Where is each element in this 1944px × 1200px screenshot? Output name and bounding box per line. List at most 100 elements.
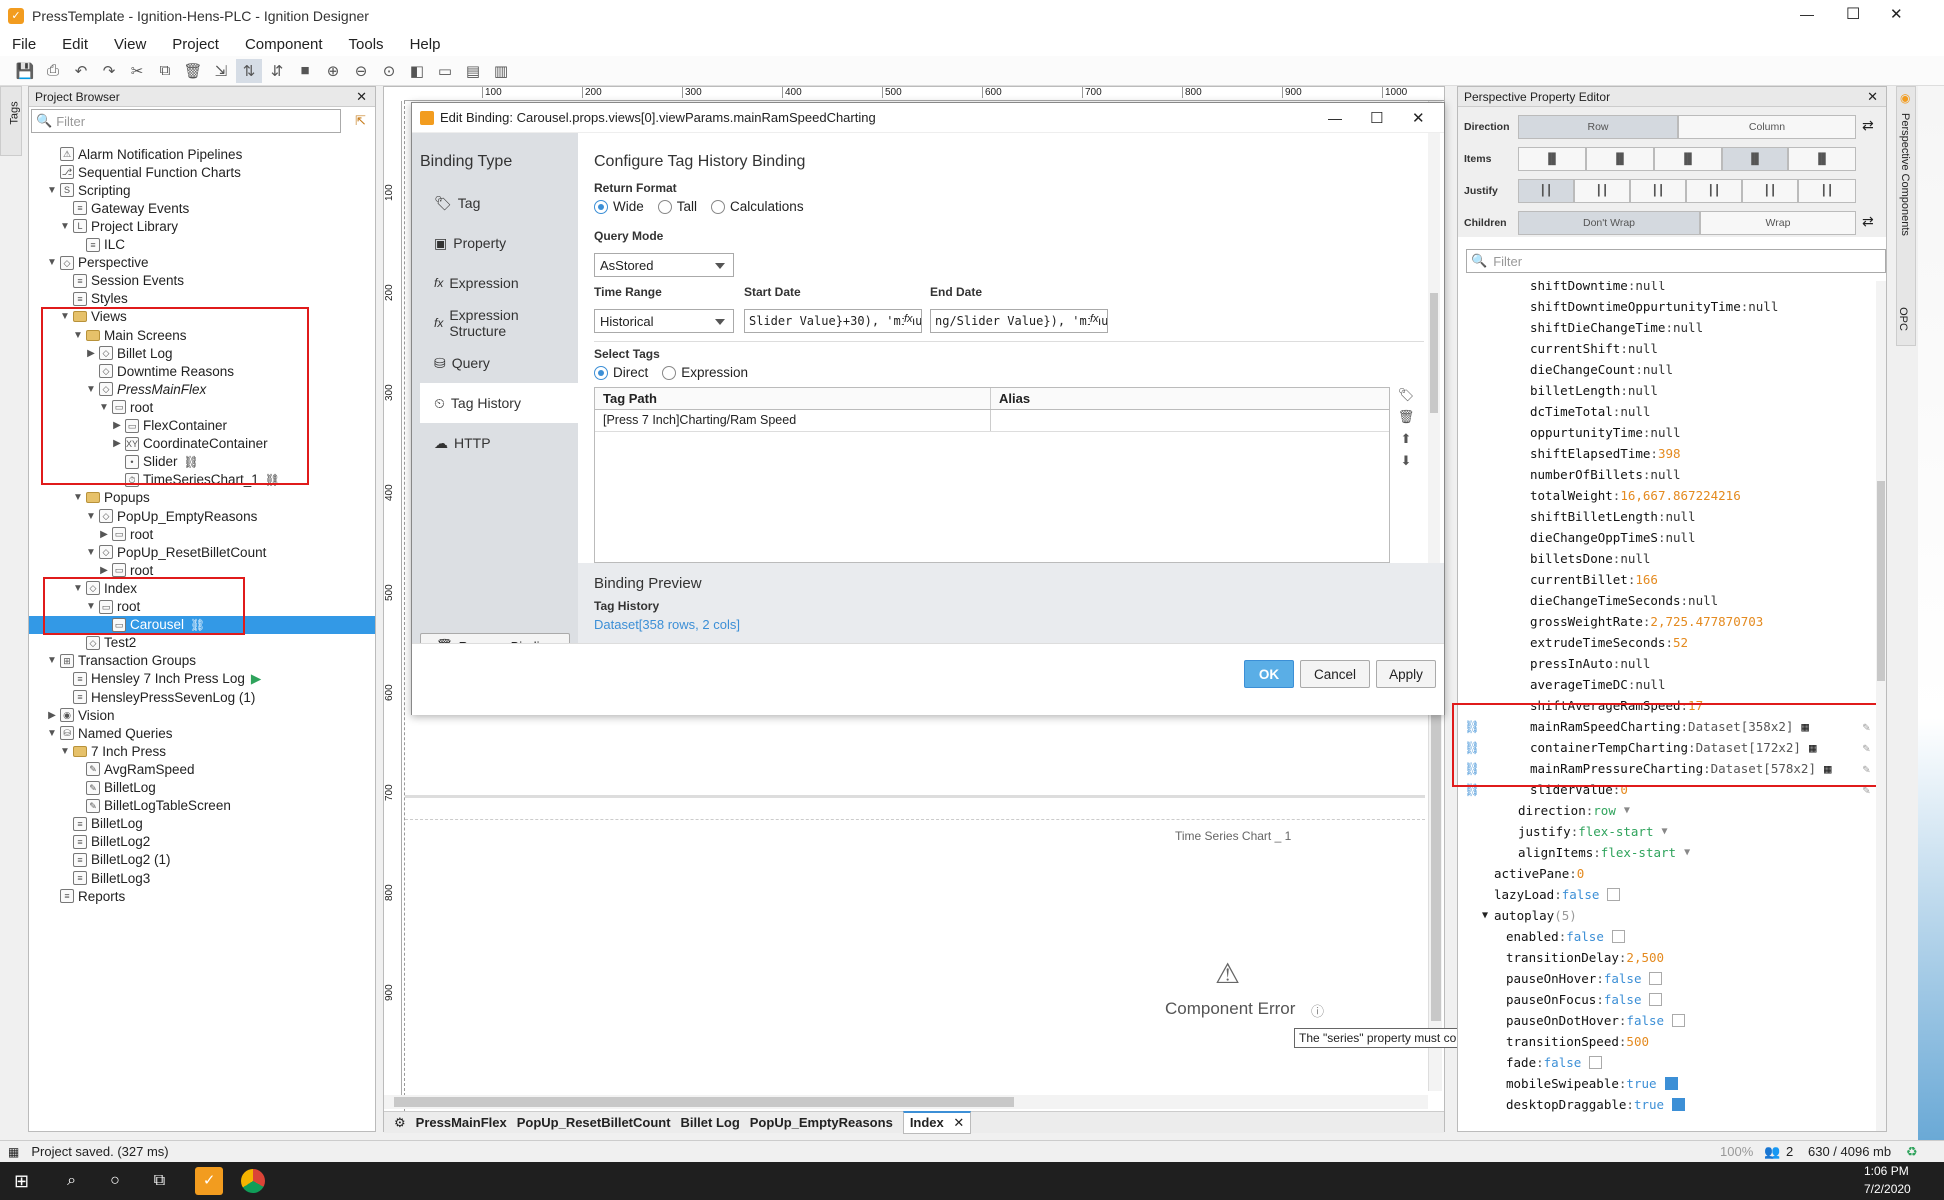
justify-start-button[interactable]: ┃┃ [1518,179,1574,203]
frame-icon[interactable]: ▭ [432,59,458,83]
property-row[interactable]: desktopDraggable : true [1458,1094,1876,1115]
property-value[interactable]: null [1748,299,1778,314]
distribute-icon[interactable]: ⇵ [264,59,290,83]
menu-tools[interactable]: Tools [349,36,384,53]
binding-type-expression[interactable]: fx Expression [420,263,578,303]
align-icon[interactable]: ⇅ [236,58,262,83]
property-value[interactable]: null [1620,551,1650,566]
property-row[interactable]: shiftDowntimeOppurtunityTime : null [1458,296,1876,317]
save-all-icon[interactable]: ⎙ [40,59,66,83]
dont-wrap-button[interactable]: Don't Wrap [1518,211,1700,235]
binding-type-expression-structure[interactable]: fx Expression Structure [420,303,578,343]
property-row[interactable]: shiftBilletLength : null [1458,506,1876,527]
expand-down-icon[interactable]: ▼ [59,746,71,757]
expand-down-icon[interactable]: ▼ [85,511,97,522]
binding-type-tag[interactable]: 🏷 Tag [420,183,578,223]
table-row[interactable]: [Press 7 Inch]Charting/Ram Speed [595,410,1389,432]
menu-view[interactable]: View [114,36,146,53]
tree-item[interactable]: ≡ BilletLog [59,815,143,833]
taskbar-search-icon[interactable]: ⌕ [67,1172,76,1190]
property-value[interactable]: null [1688,593,1718,608]
property-checkbox[interactable] [1607,888,1621,901]
property-row[interactable]: currentBillet : 166 [1458,569,1876,590]
property-row[interactable]: dieChangeOppTimeS : null [1458,527,1876,548]
expand-right-icon[interactable]: ▶ [98,565,110,576]
cut-icon[interactable]: ✂ [124,59,150,83]
tree-item[interactable]: ≡ Hensley 7 Inch Press Log ▶ [59,670,261,688]
property-value[interactable]: null [1635,281,1665,293]
property-value[interactable]: null [1650,425,1680,440]
tree-item[interactable]: ▼ Popups [72,489,150,507]
tree-item[interactable]: ≡ Reports [46,887,125,905]
config-scrollbar[interactable] [1428,133,1440,563]
property-value[interactable]: null [1665,509,1695,524]
property-value[interactable]: flex-start [1601,845,1676,860]
zoom-in-icon[interactable]: ⊕ [320,59,346,83]
menu-project[interactable]: Project [172,36,219,53]
property-filter-input[interactable]: 🔍 Filter [1466,249,1886,273]
end-date-fx-icon[interactable]: fx [1090,313,1099,325]
expand-down-icon[interactable]: ▼ [46,185,58,196]
save-icon[interactable]: 💾 [12,59,38,83]
items-start-button[interactable]: ▐▌ [1518,147,1586,171]
menu-help[interactable]: Help [410,36,441,53]
tree-item[interactable]: ▼ L Project Library [59,217,178,235]
property-row[interactable]: justify : flex-start ▼ [1458,821,1876,842]
property-scroll-thumb[interactable] [1877,481,1885,681]
property-checkbox[interactable] [1649,993,1663,1006]
layer-icon[interactable]: ◧ [404,59,430,83]
tab-popup-emptyreasons[interactable]: PopUp_EmptyReasons [750,1115,893,1130]
radio-tall[interactable] [657,199,672,214]
property-value[interactable]: 52 [1673,635,1688,650]
justify-end-button[interactable]: ┃┃ [1630,179,1686,203]
tree-item[interactable]: ≡ BilletLog2 [59,833,150,851]
perspective-components-tab[interactable]: Perspective Components [1899,113,1911,273]
wrap-button[interactable]: Wrap [1700,211,1856,235]
property-panel-close-icon[interactable]: ✕ [1867,89,1878,105]
task-view-icon[interactable]: ⧉ [154,1172,165,1190]
property-row[interactable]: fade : false [1458,1052,1876,1073]
direction-row-button[interactable]: Row [1518,115,1678,139]
wrap-swap-icon[interactable]: ⇄ [1862,213,1874,230]
query-mode-select[interactable]: AsStored [594,253,734,277]
ignition-taskbar-icon[interactable]: ✓ [195,1167,224,1195]
menu-edit[interactable]: Edit [62,36,88,53]
tree-item[interactable]: ⎇ Sequential Function Charts [46,163,241,181]
direction-swap-icon[interactable]: ⇄ [1862,117,1874,134]
move-up-icon[interactable]: ⬆ [1401,431,1412,447]
property-value[interactable]: null [1643,362,1673,377]
property-value[interactable]: false [1544,1055,1582,1070]
menu-file[interactable]: File [12,36,36,53]
property-row[interactable]: grossWeightRate : 2,725.477870703 [1458,611,1876,632]
property-row[interactable]: lazyLoad : false [1458,884,1876,905]
tree-item[interactable]: ▼ 7 Inch Press [59,742,166,760]
expand-down-icon[interactable]: ▼ [46,257,58,268]
items-end-button[interactable]: ▐▌ [1654,147,1722,171]
tree-item[interactable]: ▼ ◇ PopUp_EmptyReasons [85,507,257,525]
stop-icon[interactable]: ■ [292,59,318,83]
time-range-select[interactable]: Historical [594,309,734,333]
move-down-icon[interactable]: ⬇ [1401,453,1412,469]
property-value[interactable]: null [1620,404,1650,419]
binding-type-tag-history[interactable]: ⏲ Tag History [420,383,578,423]
property-value[interactable]: 2,725.477870703 [1650,614,1763,629]
config-scroll-thumb[interactable] [1430,293,1438,413]
stack-icon[interactable]: ▥ [488,59,514,83]
chevron-down-icon[interactable]: ▼ [1624,805,1630,816]
tree-item[interactable]: ▼ ◇ PopUp_ResetBilletCount [85,543,266,561]
property-value[interactable]: null [1673,320,1703,335]
property-row[interactable]: extrudeTimeSeconds : 52 [1458,632,1876,653]
expand-down-icon[interactable]: ▼ [72,492,84,503]
tree-item[interactable]: ▼ ⊞ Transaction Groups [46,652,196,670]
property-row[interactable]: shiftDieChangeTime : null [1458,317,1876,338]
justify-center-button[interactable]: ┃┃ [1574,179,1630,203]
property-row[interactable]: enabled : false [1458,926,1876,947]
horizontal-scrollbar[interactable] [384,1095,1428,1109]
apply-button[interactable]: Apply [1376,660,1436,688]
expand-down-icon[interactable]: ▼ [46,655,58,666]
property-value[interactable]: 2,500 [1626,950,1664,965]
windows-start-icon[interactable]: ⊞ [14,1171,29,1192]
property-row[interactable]: averageTimeDC : null [1458,674,1876,695]
delete-icon[interactable]: 🗑 [180,59,206,83]
start-date-input[interactable]: Slider Value}+30), 'minute') [744,309,922,333]
